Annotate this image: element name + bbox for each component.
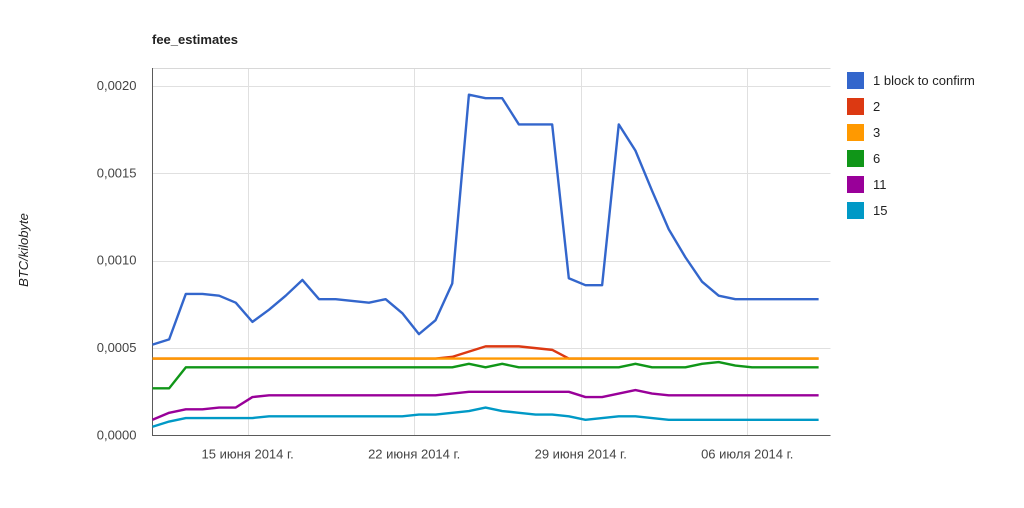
- chart-background: [0, 0, 1024, 508]
- fee-estimates-line-chart: fee_estimates BTC/kilobyte 0,0000 0,0005 0…: [0, 0, 1024, 508]
- y-axis-tick-label: 0,0010: [97, 253, 137, 268]
- legend-label-1: 2: [873, 99, 880, 114]
- y-axis-tick-label: 0,0020: [97, 78, 137, 93]
- legend-label-4: 11: [873, 177, 887, 192]
- legend-item-3[interactable]: 6: [847, 150, 880, 167]
- y-axis-title: BTC/kilobyte: [16, 213, 31, 287]
- legend-item-2[interactable]: 3: [847, 124, 880, 141]
- legend-label-3: 6: [873, 151, 880, 166]
- y-axis-tick-label: 0,0015: [97, 165, 137, 180]
- x-axis-tick-label: 15 июня 2014 г.: [202, 447, 294, 462]
- legend-item-1[interactable]: 2: [847, 98, 880, 115]
- y-axis-tick-label: 0,0000: [97, 428, 137, 443]
- chart-container: fee_estimates BTC/kilobyte 0,0000 0,0005 0…: [0, 0, 1024, 508]
- legend-label-5: 15: [873, 203, 887, 218]
- chart-title: fee_estimates: [152, 32, 238, 47]
- y-axis-tick-label: 0,0005: [97, 340, 137, 355]
- x-axis-tick-label: 22 июня 2014 г.: [368, 447, 460, 462]
- x-axis-tick-label: 06 июля 2014 г.: [701, 447, 793, 462]
- legend-label-0: 1 block to confirm: [873, 73, 975, 88]
- legend-label-2: 3: [873, 125, 880, 140]
- x-axis-tick-label: 29 июня 2014 г.: [535, 447, 627, 462]
